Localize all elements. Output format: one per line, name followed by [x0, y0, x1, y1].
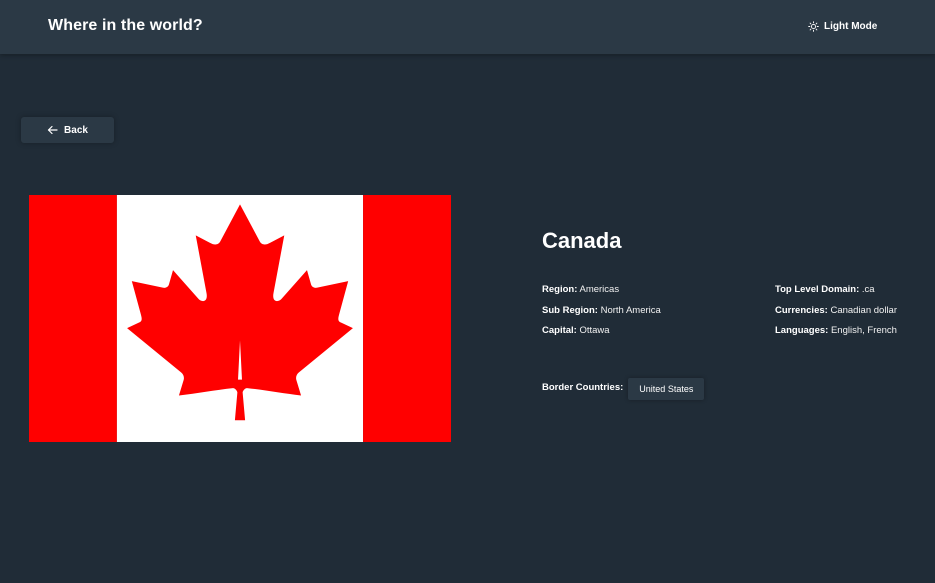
flag-red-right [363, 195, 451, 442]
site-header: Where in the world? Light Mode [0, 0, 935, 54]
capital-row: Capital: Ottawa [542, 321, 661, 342]
light-mode-toggle[interactable]: Light Mode [808, 21, 877, 32]
sub-region-label: Sub Region: [542, 304, 598, 316]
region-row: Region: Americas [542, 280, 661, 301]
primary-info: Region: Americas Sub Region: North Ameri… [542, 280, 661, 342]
border-country-chip[interactable]: United States [628, 378, 705, 400]
country-name: Canada [542, 228, 622, 253]
languages-label: Languages: [775, 325, 829, 336]
region-label: Region: [542, 284, 578, 295]
border-countries-label: Border Countries: [542, 381, 624, 393]
tld-label: Top Level Domain: [775, 284, 860, 295]
tld-value: .ca [861, 284, 875, 295]
border-countries: Border Countries: United States [542, 378, 705, 400]
region-value: Americas [579, 284, 620, 295]
flag-red-left [29, 195, 117, 442]
canada-flag-image [29, 195, 451, 442]
languages-value: English, French [830, 325, 897, 336]
currencies-row: Currencies: Canadian dollar [775, 301, 897, 322]
arrow-left-icon [47, 125, 58, 135]
back-label: Back [64, 124, 88, 136]
back-button[interactable]: Back [21, 117, 114, 143]
languages-row: Languages: English, French [775, 321, 897, 342]
capital-label: Capital: [542, 325, 577, 336]
currencies-value: Canadian dollar [830, 304, 897, 316]
light-mode-label: Light Mode [824, 21, 878, 32]
sub-region-value: North America [600, 304, 661, 316]
sun-icon [808, 21, 819, 32]
sub-region-row: Sub Region: North America [542, 301, 661, 322]
app-title: Where in the world? [48, 17, 203, 34]
currencies-label: Currencies: [775, 304, 828, 316]
secondary-info: Top Level Domain: .ca Currencies: Canadi… [775, 280, 897, 342]
tld-row: Top Level Domain: .ca [775, 280, 897, 301]
capital-value: Ottawa [579, 325, 610, 336]
